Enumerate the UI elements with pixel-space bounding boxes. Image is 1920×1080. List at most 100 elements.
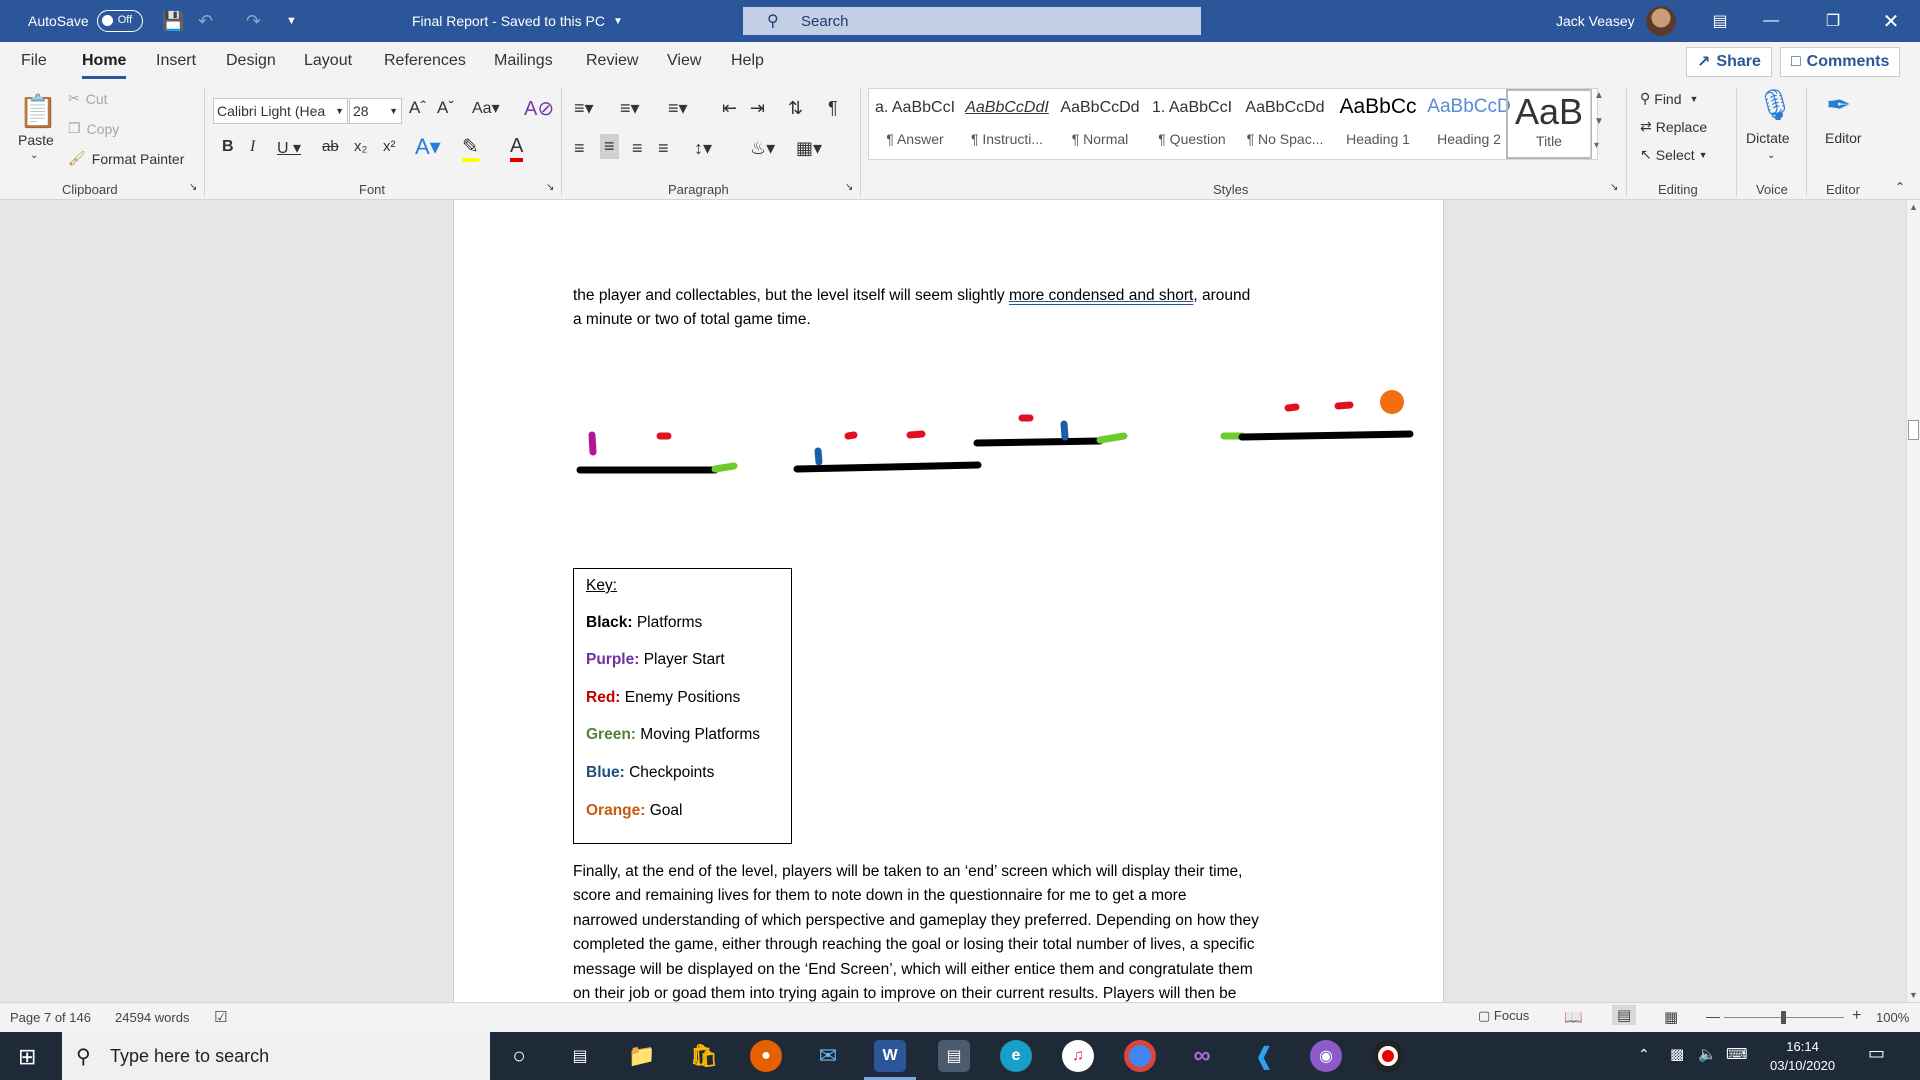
web-layout-icon[interactable]: ▦: [1664, 1008, 1678, 1026]
sort-icon[interactable]: ⇅: [788, 98, 803, 119]
paragraph-intro[interactable]: the player and collectables, but the lev…: [573, 284, 1333, 333]
grow-font-icon[interactable]: Aˆ: [409, 98, 426, 118]
tab-file[interactable]: File: [21, 52, 47, 70]
document-title[interactable]: Final Report - Saved to this PC ▼: [412, 0, 623, 42]
superscript-icon[interactable]: x²: [383, 138, 396, 155]
more-styles-icon[interactable]: ▾: [1594, 140, 1599, 151]
search-box[interactable]: ⚲ Search: [743, 7, 1201, 35]
paragraph-ending[interactable]: Finally, at the end of the level, player…: [573, 860, 1333, 1002]
keyboard-icon[interactable]: ⌨: [1726, 1045, 1748, 1063]
tab-review[interactable]: Review: [586, 52, 638, 70]
autosave-toggle[interactable]: Off: [96, 10, 143, 32]
obs-record-icon[interactable]: [1372, 1040, 1404, 1072]
chevron-up-icon[interactable]: ▲: [1594, 90, 1604, 101]
cut-button[interactable]: ✂ Cut: [68, 90, 108, 107]
itunes-icon[interactable]: ♫: [1062, 1040, 1094, 1072]
paste-icon[interactable]: 📋: [18, 88, 58, 134]
align-center-icon[interactable]: ≡: [600, 134, 619, 159]
clipboard-launcher-icon[interactable]: ↘: [189, 182, 197, 193]
comments-button[interactable]: □ Comments: [1780, 47, 1901, 77]
customize-toolbar-icon[interactable]: ▼: [286, 0, 297, 42]
cortana-icon[interactable]: ○: [503, 1040, 535, 1072]
scroll-thumb[interactable]: [1908, 420, 1919, 440]
word-icon[interactable]: W: [874, 1040, 906, 1072]
replace-button[interactable]: ⇄ Replace: [1640, 118, 1707, 135]
bold-icon[interactable]: B: [222, 138, 234, 156]
style-instruction[interactable]: AaBbCcDdI ¶ Instructi...: [961, 89, 1053, 159]
style-heading-1[interactable]: AaBbCc Heading 1: [1333, 89, 1423, 159]
restore-icon[interactable]: ❐: [1810, 0, 1856, 42]
notifications-icon[interactable]: ▭: [1868, 1043, 1885, 1064]
github-desktop-icon[interactable]: ◉: [1310, 1040, 1342, 1072]
align-right-icon[interactable]: ≡: [632, 138, 643, 159]
tab-insert[interactable]: Insert: [156, 52, 196, 70]
dictate-button[interactable]: Dictate: [1746, 130, 1790, 146]
user-name[interactable]: Jack Veasey: [1556, 0, 1635, 42]
copy-button[interactable]: ❐ Copy: [68, 120, 119, 137]
format-painter-button[interactable]: 🖌 Format Painter: [68, 150, 184, 167]
style-answer[interactable]: a. AaBbCcI ¶ Answer: [871, 89, 959, 159]
chevron-down-icon[interactable]: ▼: [1594, 116, 1604, 127]
paste-dropdown-icon[interactable]: ⌄: [30, 150, 38, 161]
borders-icon[interactable]: ▦▾: [796, 138, 822, 159]
underline-icon[interactable]: U ▾: [277, 138, 301, 158]
tab-view[interactable]: View: [667, 52, 701, 70]
shrink-font-icon[interactable]: Aˇ: [437, 98, 454, 118]
font-family-select[interactable]: Calibri Light (Hea ▼: [213, 98, 348, 124]
store-icon[interactable]: 🛍: [688, 1040, 720, 1072]
autosave-control[interactable]: AutoSave Off: [28, 0, 143, 42]
style-normal[interactable]: AaBbCcDd ¶ Normal: [1055, 89, 1145, 159]
italic-icon[interactable]: I: [250, 138, 255, 156]
redo-icon[interactable]: ↷: [246, 0, 261, 42]
scroll-up-icon[interactable]: ▲: [1909, 202, 1918, 212]
read-mode-icon[interactable]: 📖: [1564, 1008, 1583, 1026]
proofing-icon[interactable]: ☑: [214, 1008, 227, 1026]
remote-desktop-icon[interactable]: ▤: [938, 1040, 970, 1072]
styles-launcher-icon[interactable]: ↘: [1610, 182, 1618, 193]
ribbon-display-options-icon[interactable]: ▤: [1697, 0, 1743, 42]
style-heading-2[interactable]: AaBbCcD Heading 2: [1425, 89, 1513, 159]
change-case-icon[interactable]: Aa▾: [472, 98, 500, 118]
volume-icon[interactable]: 🔈: [1698, 1045, 1717, 1063]
tab-home[interactable]: Home: [82, 52, 127, 79]
style-no-spacing[interactable]: AaBbCcDd ¶ No Spac...: [1239, 89, 1331, 159]
strikethrough-icon[interactable]: ab: [322, 138, 339, 155]
vertical-scrollbar[interactable]: ▲ ▼: [1906, 200, 1920, 1002]
justify-icon[interactable]: ≡: [658, 138, 669, 159]
select-button[interactable]: ↖ Select ▼: [1640, 146, 1708, 163]
font-color-icon[interactable]: A: [510, 134, 524, 162]
tab-design[interactable]: Design: [226, 52, 276, 70]
undo-icon[interactable]: ↶: [198, 0, 213, 42]
style-question[interactable]: 1. AaBbCcI ¶ Question: [1147, 89, 1237, 159]
avatar[interactable]: [1646, 6, 1676, 36]
tab-mailings[interactable]: Mailings: [494, 52, 553, 70]
shading-icon[interactable]: ♨▾: [750, 138, 775, 159]
collapse-ribbon-icon[interactable]: ⌃: [1895, 180, 1905, 194]
save-icon[interactable]: 💾: [162, 0, 184, 42]
mail-icon[interactable]: ✉: [812, 1040, 844, 1072]
key-table[interactable]: Key: Black: Platforms Purple: Player Sta…: [573, 568, 792, 844]
style-title[interactable]: AaB Title: [1506, 89, 1592, 159]
paragraph-launcher-icon[interactable]: ↘: [845, 182, 853, 193]
windows-start-icon[interactable]: ⊞: [18, 1044, 36, 1070]
microphone-icon[interactable]: 🎙: [1756, 88, 1794, 123]
paste-button[interactable]: Paste: [18, 132, 54, 148]
line-spacing-icon[interactable]: ↕▾: [694, 138, 712, 159]
share-button[interactable]: ↗ Share: [1686, 47, 1772, 77]
firefox-icon[interactable]: ●: [750, 1040, 782, 1072]
decrease-indent-icon[interactable]: ⇤: [722, 98, 737, 119]
scroll-down-icon[interactable]: ▼: [1909, 990, 1918, 1000]
word-count[interactable]: 24594 words: [115, 1010, 189, 1025]
close-icon[interactable]: ✕: [1868, 0, 1914, 42]
editor-pen-icon[interactable]: ✒: [1826, 88, 1851, 123]
increase-indent-icon[interactable]: ⇥: [750, 98, 765, 119]
highlight-icon[interactable]: ✎: [462, 134, 479, 162]
bullets-icon[interactable]: ≡▾: [574, 98, 594, 119]
clock[interactable]: 16:14 03/10/2020: [1770, 1037, 1835, 1075]
zoom-in-icon[interactable]: +: [1852, 1007, 1861, 1025]
tab-help[interactable]: Help: [731, 52, 764, 70]
align-left-icon[interactable]: ≡: [574, 138, 585, 159]
show-formatting-icon[interactable]: ¶: [828, 98, 838, 119]
text-effects-icon[interactable]: A▾: [415, 134, 441, 160]
task-view-icon[interactable]: ▤: [564, 1040, 596, 1072]
